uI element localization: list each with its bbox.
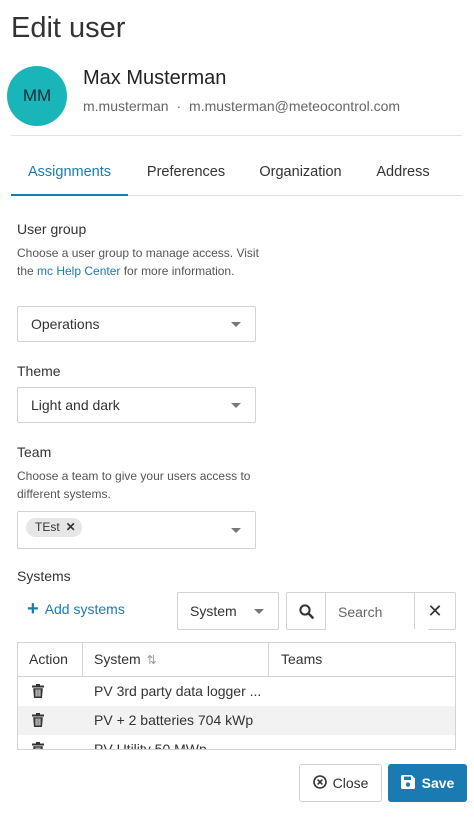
- tab-address[interactable]: Address: [367, 154, 439, 194]
- system-filter-select[interactable]: System: [177, 592, 279, 630]
- team-label: Team: [17, 444, 52, 460]
- team-chip-label: TEst: [35, 520, 60, 534]
- tab-organization[interactable]: Organization: [249, 154, 352, 194]
- trash-icon[interactable]: [32, 713, 44, 730]
- tab-preferences[interactable]: Preferences: [137, 154, 235, 194]
- table-row: PV Utility 50 MWp: [18, 735, 455, 750]
- team-chip: TEst ✕: [26, 518, 82, 537]
- add-systems-label: Add systems: [44, 601, 125, 617]
- save-button-label: Save: [421, 775, 455, 791]
- system-cell: PV Utility 50 MWp: [94, 741, 207, 750]
- user-group-value: Operations: [31, 316, 100, 332]
- close-circle-icon: [312, 774, 327, 792]
- page-title: Edit user: [11, 12, 126, 44]
- systems-search: ✕: [286, 592, 456, 631]
- plus-icon: +: [27, 598, 39, 620]
- column-system[interactable]: System ⇅: [94, 643, 157, 676]
- tab-assignments[interactable]: Assignments: [11, 154, 128, 196]
- column-system-label: System: [94, 651, 141, 667]
- help-center-link[interactable]: mc Help Center: [37, 264, 120, 278]
- save-button[interactable]: Save: [388, 764, 467, 802]
- avatar: MM: [7, 66, 67, 126]
- avatar-initials: MM: [22, 86, 52, 105]
- theme-value: Light and dark: [31, 397, 120, 413]
- sort-icon: ⇅: [146, 653, 157, 667]
- team-help: Choose a team to give your users access …: [17, 469, 251, 501]
- user-name: Max Musterman: [83, 67, 227, 89]
- system-filter-value: System: [190, 603, 237, 619]
- team-select[interactable]: TEst ✕: [17, 511, 256, 549]
- user-email: m.musterman@meteocontrol.com: [189, 98, 401, 114]
- column-action: Action: [29, 651, 68, 667]
- table-header: Action System ⇅ Teams: [18, 643, 455, 677]
- table-row: PV + 2 batteries 704 kWp: [18, 706, 455, 735]
- column-divider: [82, 643, 83, 676]
- header-divider: [11, 135, 462, 136]
- search-input[interactable]: [326, 593, 428, 631]
- trash-icon[interactable]: [32, 684, 44, 701]
- user-meta: m.musterman · m.musterman@meteocontrol.c…: [83, 98, 400, 114]
- systems-label: Systems: [17, 568, 71, 584]
- user-group-select[interactable]: Operations: [17, 306, 256, 342]
- add-systems-button[interactable]: + Add systems: [27, 598, 125, 620]
- theme-label: Theme: [17, 363, 61, 379]
- theme-select[interactable]: Light and dark: [17, 387, 256, 423]
- system-cell: PV + 2 batteries 704 kWp: [94, 712, 254, 728]
- column-teams: Teams: [281, 651, 323, 667]
- chip-remove-icon[interactable]: ✕: [66, 518, 76, 537]
- user-username: m.musterman: [83, 98, 169, 114]
- search-icon[interactable]: [287, 593, 326, 629]
- user-group-label: User group: [17, 221, 87, 237]
- close-button-label: Close: [332, 775, 369, 791]
- table-row: PV 3rd party data logger ...: [18, 677, 455, 706]
- chevron-down-icon: [231, 322, 241, 327]
- chevron-down-icon: [254, 609, 264, 614]
- trash-icon[interactable]: [32, 742, 44, 749]
- user-group-help: Choose a user group to manage access. Vi…: [17, 244, 262, 280]
- chevron-down-icon: [231, 528, 241, 533]
- chevron-down-icon: [231, 403, 241, 408]
- save-icon: [400, 774, 415, 792]
- user-group-help-text-end: for more information.: [120, 264, 235, 278]
- meta-separator: ·: [176, 98, 182, 114]
- tab-bar: Assignments Preferences Organization Add…: [11, 154, 462, 196]
- clear-search-icon[interactable]: ✕: [414, 593, 455, 629]
- close-button[interactable]: Close: [299, 764, 382, 802]
- system-cell: PV 3rd party data logger ...: [94, 683, 262, 699]
- column-divider: [268, 643, 269, 676]
- systems-table: Action System ⇅ Teams PV 3rd party data …: [17, 642, 456, 750]
